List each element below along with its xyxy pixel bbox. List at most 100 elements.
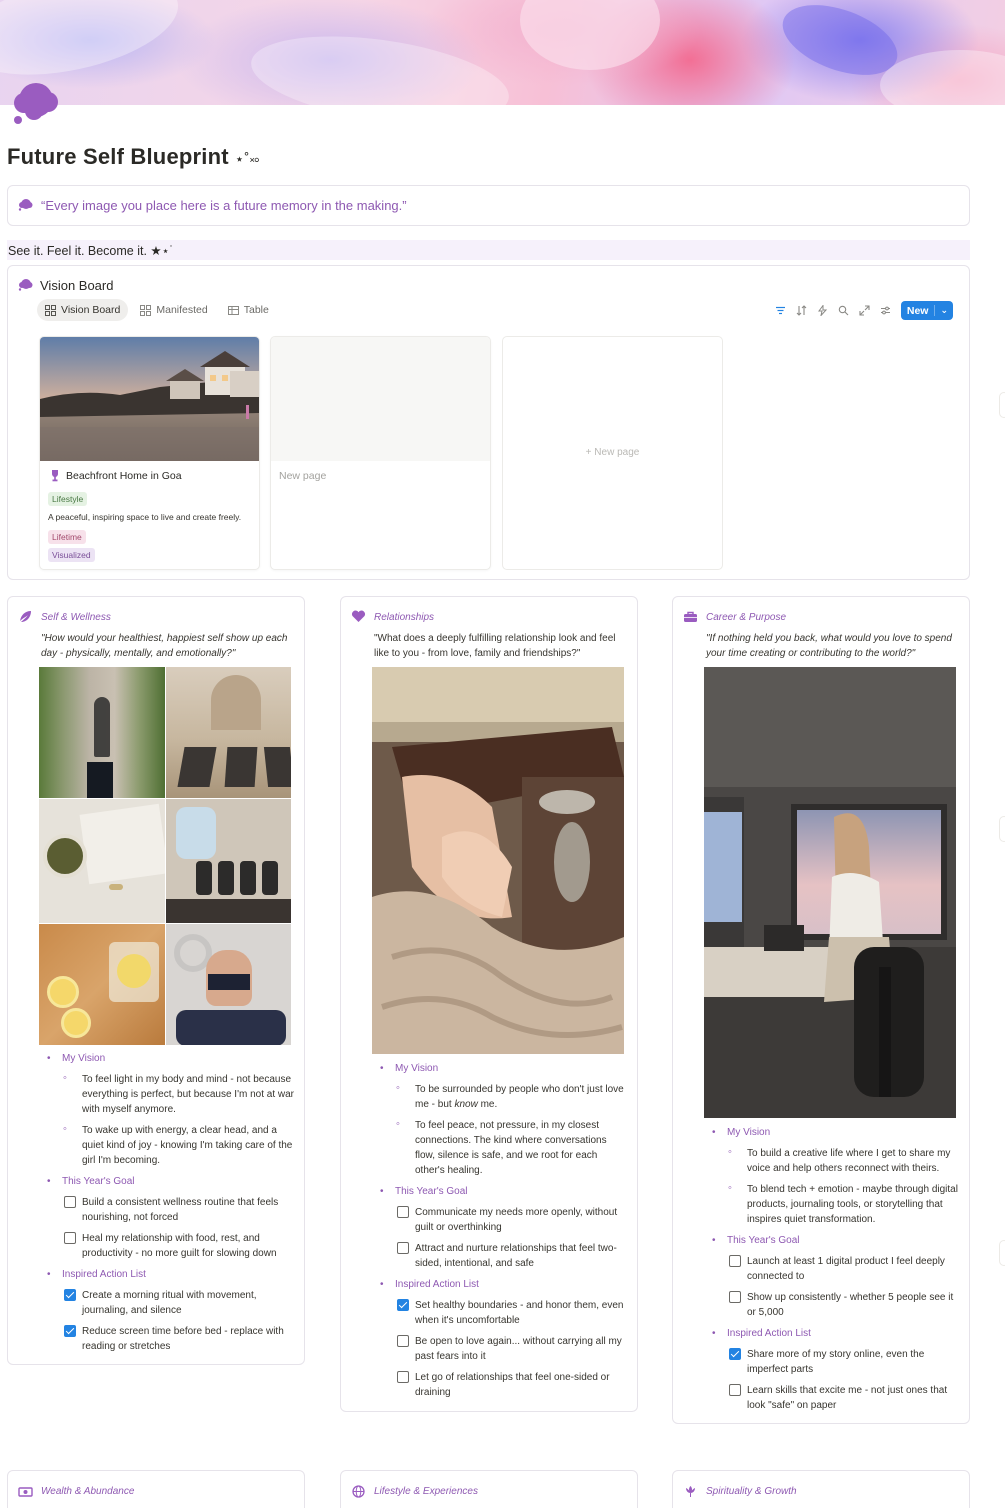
card-title: Beachfront Home in Goa xyxy=(66,470,182,482)
vision-item: To build a creative life where I get to … xyxy=(711,1145,961,1176)
card-description: A peaceful, inspiring space to live and … xyxy=(48,512,242,522)
new-button[interactable]: New ⌄ xyxy=(900,301,953,320)
cover-image xyxy=(0,0,1005,105)
quote-text: “Every image you place here is a future … xyxy=(41,198,407,213)
action-todo[interactable]: Set healthy boundaries - and honor them,… xyxy=(379,1298,629,1328)
briefcase-icon xyxy=(684,611,697,622)
yoga-studio-photo xyxy=(165,667,291,798)
goal-todo[interactable]: Heal my relationship with food, rest, an… xyxy=(46,1231,296,1261)
section-question: "If nothing held you back, what would yo… xyxy=(706,633,952,659)
action-todo[interactable]: Share more of my story online, even the … xyxy=(711,1347,961,1377)
scroll-handle[interactable] xyxy=(999,1240,1005,1266)
tagline-text: See it. Feel it. Become it. ★⋆˙ xyxy=(8,244,174,258)
journal-tea-photo xyxy=(39,799,165,923)
search-icon[interactable] xyxy=(838,305,849,316)
goal-todo[interactable]: Show up consistently - whether 5 people … xyxy=(711,1290,961,1320)
settings-icon[interactable] xyxy=(880,305,891,316)
chevron-down-icon[interactable]: ⌄ xyxy=(934,305,953,316)
section-list: My Vision To build a creative life where… xyxy=(711,1125,961,1419)
cloud-icon[interactable] xyxy=(10,78,60,126)
sparkle-icon: ⋆˚࿎ xyxy=(234,151,260,168)
section-title: Spirituality & Growth xyxy=(706,1486,797,1497)
scroll-handle[interactable] xyxy=(999,392,1005,418)
checkbox[interactable] xyxy=(729,1291,741,1303)
gallery-icon xyxy=(45,304,56,316)
checkbox[interactable] xyxy=(64,1196,76,1208)
new-button-label: New xyxy=(906,304,929,317)
section-spirituality-growth: Spirituality & Growth xyxy=(672,1470,970,1508)
vision-item: To be surrounded by people who don't jus… xyxy=(379,1081,629,1112)
tab-table[interactable]: Table xyxy=(220,299,277,321)
goal-todo[interactable]: Launch at least 1 digital product I feel… xyxy=(711,1254,961,1284)
scroll-handle[interactable] xyxy=(999,816,1005,842)
checkbox[interactable] xyxy=(397,1206,409,1218)
goal-todo[interactable]: Communicate my needs more openly, withou… xyxy=(379,1205,629,1235)
vision-text: To be surrounded by people who don't jus… xyxy=(415,1084,624,1110)
checkbox-checked[interactable] xyxy=(64,1289,76,1301)
add-card[interactable]: + New page xyxy=(502,336,723,570)
goal-todo[interactable]: Attract and nurture relationships that f… xyxy=(379,1241,629,1271)
money-icon xyxy=(18,1487,33,1497)
tab-vision-board[interactable]: Vision Board xyxy=(37,299,129,321)
tagline-block: See it. Feel it. Become it. ★⋆˙ xyxy=(7,240,970,260)
checkbox[interactable] xyxy=(64,1232,76,1244)
checkbox[interactable] xyxy=(729,1255,741,1267)
vision-item: To feel light in my body and mind - not … xyxy=(46,1071,296,1117)
todo-text: Heal my relationship with food, rest, an… xyxy=(82,1233,277,1259)
action-todo[interactable]: Be open to love again... without carryin… xyxy=(379,1334,629,1364)
section-career-purpose: Career & Purpose "If nothing held you ba… xyxy=(672,596,970,1424)
todo-text: Be open to love again... without carryin… xyxy=(415,1336,622,1362)
section-title: Self & Wellness xyxy=(41,612,111,623)
checkbox-checked[interactable] xyxy=(397,1299,409,1311)
card-cover-image xyxy=(40,337,259,461)
section-title: Career & Purpose xyxy=(706,612,787,623)
table-icon xyxy=(227,305,239,315)
filter-icon[interactable] xyxy=(775,305,786,316)
action-todo[interactable]: Learn skills that excite me - not just o… xyxy=(711,1383,961,1413)
checkbox[interactable] xyxy=(729,1384,741,1396)
expand-icon[interactable] xyxy=(859,305,870,316)
database-toolbar: New ⌄ xyxy=(775,301,953,320)
vision-item: To blend tech + emotion - maybe through … xyxy=(711,1181,961,1227)
photo-collage xyxy=(39,667,291,1045)
lemon-water-photo xyxy=(39,924,165,1045)
checkbox-checked[interactable] xyxy=(64,1325,76,1337)
cloud-icon xyxy=(18,199,33,211)
todo-text: Let go of relationships that feel one-si… xyxy=(415,1372,610,1398)
category-tag: Lifestyle xyxy=(48,492,88,506)
tab-manifested[interactable]: Manifested xyxy=(132,299,215,321)
actions-heading: Inspired Action List xyxy=(379,1277,629,1292)
section-list: My Vision To feel light in my body and m… xyxy=(46,1051,296,1360)
checkbox[interactable] xyxy=(397,1242,409,1254)
checkbox-checked[interactable] xyxy=(729,1348,741,1360)
actions-heading: Inspired Action List xyxy=(711,1326,961,1341)
database-title[interactable]: Vision Board xyxy=(40,278,113,293)
checkbox[interactable] xyxy=(397,1371,409,1383)
goal-heading: This Year's Goal xyxy=(711,1233,961,1248)
dumbbells-photo xyxy=(165,799,291,923)
gallery-card[interactable]: Beachfront Home in Goa Lifestyle A peace… xyxy=(39,336,260,570)
sort-icon[interactable] xyxy=(796,305,807,316)
hands-photo xyxy=(372,667,624,1054)
page-title-text: Future Self Blueprint xyxy=(7,144,229,169)
gallery-card[interactable]: New page xyxy=(270,336,491,570)
tab-label: Manifested xyxy=(156,304,208,316)
vision-item: To wake up with energy, a clear head, an… xyxy=(46,1122,296,1168)
checkbox[interactable] xyxy=(397,1335,409,1347)
heart-icon xyxy=(351,610,366,622)
status-tag: Visualized xyxy=(48,548,95,562)
trophy-icon xyxy=(52,470,58,482)
new-page-button[interactable]: + New page xyxy=(503,447,722,458)
actions-heading: Inspired Action List xyxy=(46,1267,296,1282)
tab-label: Vision Board xyxy=(61,304,121,316)
todo-text: Attract and nurture relationships that f… xyxy=(415,1243,617,1269)
todo-text: Communicate my needs more openly, withou… xyxy=(415,1207,618,1233)
action-todo[interactable]: Let go of relationships that feel one-si… xyxy=(379,1370,629,1400)
action-todo[interactable]: Reduce screen time before bed - replace … xyxy=(46,1324,296,1354)
todo-text: Create a morning ritual with movement, j… xyxy=(82,1290,257,1316)
todo-text: Reduce screen time before bed - replace … xyxy=(82,1326,284,1352)
todo-text: Build a consistent wellness routine that… xyxy=(82,1197,279,1223)
lightning-icon[interactable] xyxy=(817,305,828,316)
goal-todo[interactable]: Build a consistent wellness routine that… xyxy=(46,1195,296,1225)
action-todo[interactable]: Create a morning ritual with movement, j… xyxy=(46,1288,296,1318)
